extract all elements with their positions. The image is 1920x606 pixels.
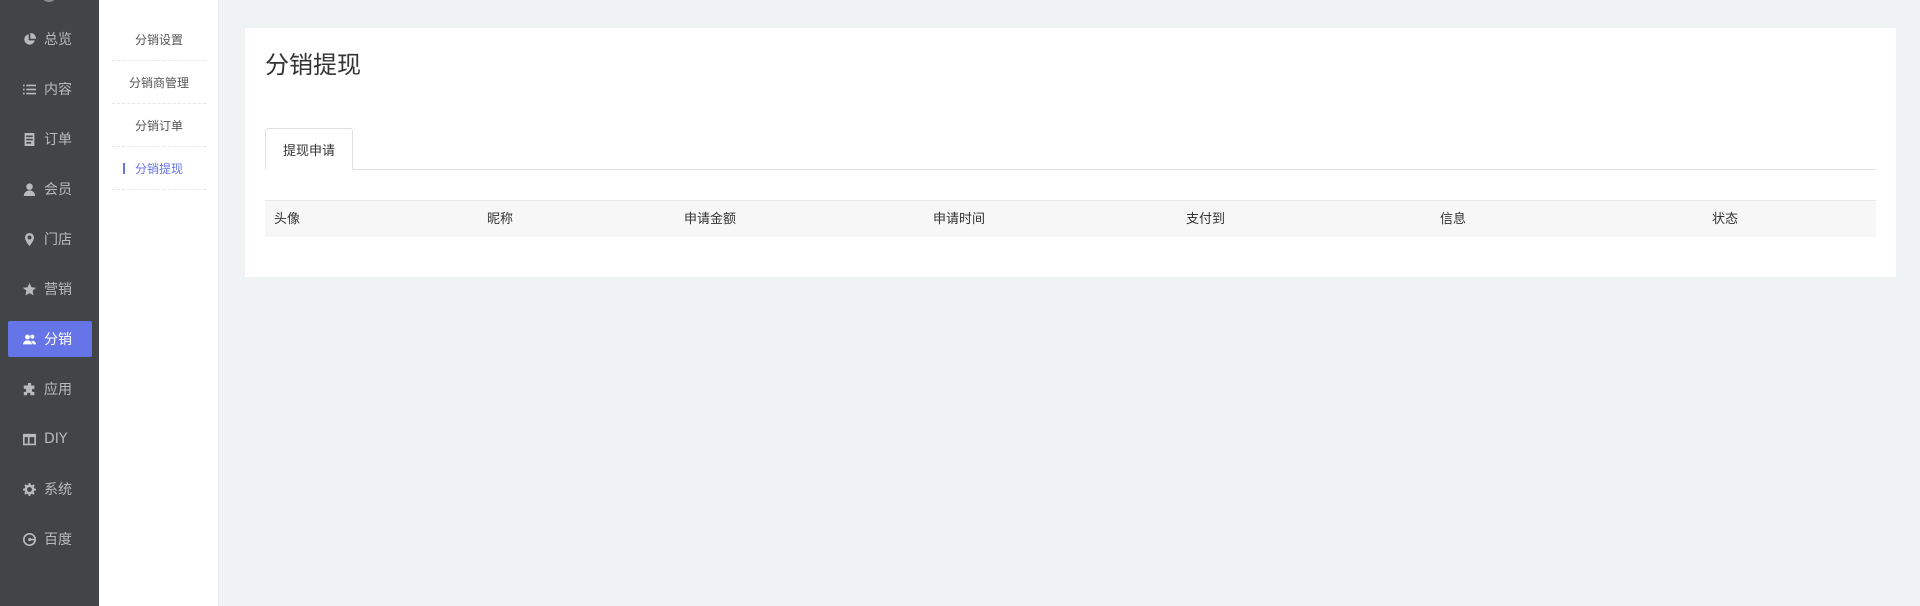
baidu-icon <box>21 531 37 547</box>
nav-item-label: DIY <box>44 431 68 447</box>
column-header-apply-time[interactable]: 申请时间 <box>933 201 985 238</box>
nav-item-label: 分销 <box>44 332 72 348</box>
subnav-item-distribution-orders[interactable]: 分销订单 <box>112 104 206 147</box>
subnav-item-label: 分销订单 <box>134 118 183 133</box>
active-indicator <box>123 163 125 174</box>
column-header-status[interactable]: 状态 <box>1712 201 1738 238</box>
nav-item-baidu[interactable]: 百度 <box>8 521 92 557</box>
pie-chart-icon <box>21 31 37 47</box>
nav-item-distribution[interactable]: 分销 <box>8 321 92 357</box>
document-icon <box>21 131 37 147</box>
table-header: 头像 昵称 申请金额 申请时间 支付到 信息 状态 <box>265 200 1876 237</box>
page-title: 分销提现 <box>265 51 361 79</box>
tabs-divider <box>265 169 1876 170</box>
subnav-item-label: 分销商管理 <box>128 75 189 90</box>
subnav-item-distributor-management[interactable]: 分销商管理 <box>112 61 206 104</box>
nav-item-label: 百度 <box>44 532 72 548</box>
column-header-nickname[interactable]: 昵称 <box>487 201 513 238</box>
content-card: 分销提现 提现申请 头像 昵称 申请金额 申请时间 支付到 信息 状态 <box>245 28 1896 277</box>
users-icon <box>21 331 37 347</box>
column-header-amount[interactable]: 申请金额 <box>684 201 736 238</box>
subnav-item-distribution-settings[interactable]: 分销设置 <box>112 18 206 61</box>
nav-item-label: 应用 <box>44 382 72 398</box>
nav-item-overview[interactable]: 总览 <box>8 21 92 57</box>
column-header-info[interactable]: 信息 <box>1440 201 1466 238</box>
list-icon <box>21 81 37 97</box>
nav-item-system[interactable]: 系统 <box>8 471 92 507</box>
subnav-item-label: 分销提现 <box>134 161 183 176</box>
nav-item-label: 总览 <box>44 32 72 48</box>
nav-item-label: 门店 <box>44 232 72 248</box>
star-icon <box>21 281 37 297</box>
nav-item-content[interactable]: 内容 <box>8 71 92 107</box>
layout-icon <box>21 431 37 447</box>
column-header-pay-to[interactable]: 支付到 <box>1186 201 1225 238</box>
nav-item-orders[interactable]: 订单 <box>8 121 92 157</box>
subnav-item-distribution-withdrawal[interactable]: 分销提现 <box>112 147 206 190</box>
logo-icon <box>41 0 57 2</box>
nav-item-stores[interactable]: 门店 <box>8 221 92 257</box>
nav-item-apps[interactable]: 应用 <box>8 371 92 407</box>
nav-item-members[interactable]: 会员 <box>8 171 92 207</box>
secondary-nav: 分销设置 分销商管理 分销订单 分销提现 <box>99 0 219 606</box>
subnav-item-label: 分销设置 <box>134 32 183 47</box>
user-icon <box>21 181 37 197</box>
gear-icon <box>21 481 37 497</box>
tab-withdrawal-requests[interactable]: 提现申请 <box>265 128 353 170</box>
nav-item-label: 订单 <box>44 132 72 148</box>
nav-item-label: 营销 <box>44 282 72 298</box>
column-header-avatar[interactable]: 头像 <box>274 201 300 238</box>
nav-item-marketing[interactable]: 营销 <box>8 271 92 307</box>
nav-item-diy[interactable]: DIY <box>8 421 92 457</box>
primary-nav: 总览 内容 订单 会员 门店 营销 分销 应用 DIY 系统 百度 <box>0 0 99 606</box>
puzzle-icon <box>21 381 37 397</box>
nav-item-label: 会员 <box>44 182 72 198</box>
location-pin-icon <box>21 231 37 247</box>
nav-item-label: 内容 <box>44 82 72 98</box>
nav-item-label: 系统 <box>44 482 72 498</box>
tab-label: 提现申请 <box>282 143 335 159</box>
